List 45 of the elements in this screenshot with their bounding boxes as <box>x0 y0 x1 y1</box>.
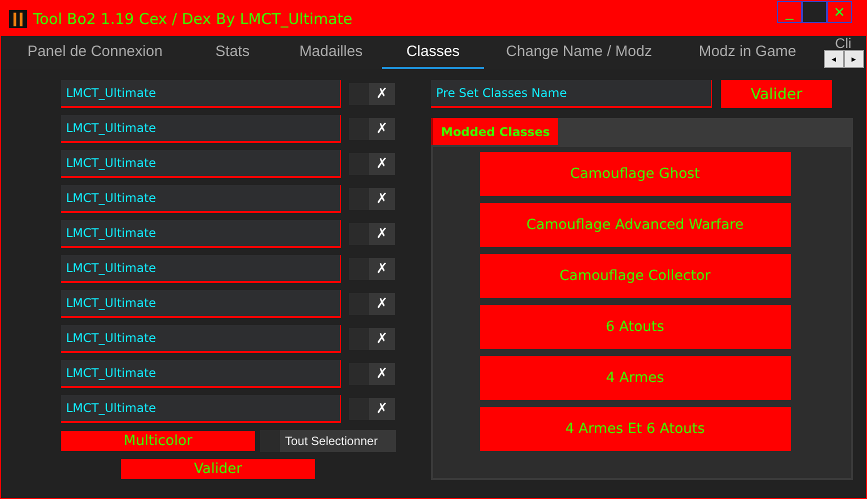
tab[interactable]: Panel de Connexion <box>5 36 185 69</box>
class-name-field[interactable]: LMCT_Ultimate <box>61 290 341 318</box>
class-name-field[interactable]: LMCT_Ultimate <box>61 325 341 353</box>
class-checkbox[interactable]: ✗ <box>349 398 395 420</box>
checkbox-label: ✗ <box>375 191 389 207</box>
checkbox-label: ✗ <box>375 86 389 102</box>
select-all-checkbox[interactable]: Tout Selectionner <box>260 430 396 452</box>
class-name-field[interactable]: LMCT_Ultimate <box>61 360 341 388</box>
tab[interactable]: Cli <box>821 36 852 50</box>
checkbox-label: ✗ <box>375 156 389 172</box>
tab[interactable]: Modz in Game <box>674 36 821 69</box>
checkbox-label: ✗ <box>375 296 389 312</box>
scroll-left-button[interactable]: ◂ <box>824 50 844 68</box>
app-logo-icon <box>9 8 27 28</box>
class-checkbox[interactable]: ✗ <box>349 153 395 175</box>
tab[interactable]: Classes <box>382 36 484 69</box>
tab[interactable]: Stats <box>185 36 280 69</box>
class-checkbox[interactable]: ✗ <box>349 223 395 245</box>
class-name-field[interactable]: LMCT_Ultimate <box>61 185 341 213</box>
checkbox-label: Tout Selectionner <box>284 434 378 448</box>
class-checkbox[interactable]: ✗ <box>349 83 395 105</box>
class-checkbox[interactable]: ✗ <box>349 188 395 210</box>
tab[interactable]: Madailles <box>280 36 382 69</box>
class-checkbox[interactable]: ✗ <box>349 118 395 140</box>
class-name-field[interactable]: LMCT_Ultimate <box>61 80 341 108</box>
class-name-field[interactable]: LMCT_Ultimate <box>61 150 341 178</box>
class-name-field[interactable]: LMCT_Ultimate <box>61 115 341 143</box>
class-checkbox[interactable]: ✗ <box>349 258 395 280</box>
class-name-field[interactable]: LMCT_Ultimate <box>61 395 341 423</box>
window-title: Tool Bo2 1.19 Cex / Dex By LMCT_Ultimate <box>33 10 352 28</box>
checkbox-label: ✗ <box>375 121 389 137</box>
preset-name-field[interactable]: Pre Set Classes Name <box>431 80 712 108</box>
class-checkbox[interactable]: ✗ <box>349 363 395 385</box>
tab[interactable]: Change Name / Modz <box>484 36 674 69</box>
class-name-field[interactable]: LMCT_Ultimate <box>61 220 341 248</box>
scroll-right-button[interactable]: ▸ <box>844 50 864 68</box>
checkbox-label: ✗ <box>375 366 389 382</box>
class-checkbox[interactable]: ✗ <box>349 328 395 350</box>
class-name-field[interactable]: LMCT_Ultimate <box>61 255 341 283</box>
class-checkbox[interactable]: ✗ <box>349 293 395 315</box>
checkbox-label: ✗ <box>375 261 389 277</box>
maximize-button[interactable] <box>802 1 827 23</box>
checkbox-label: ✗ <box>375 226 389 242</box>
checkbox-label: ✗ <box>375 401 389 417</box>
checkbox-label: ✗ <box>375 331 389 347</box>
